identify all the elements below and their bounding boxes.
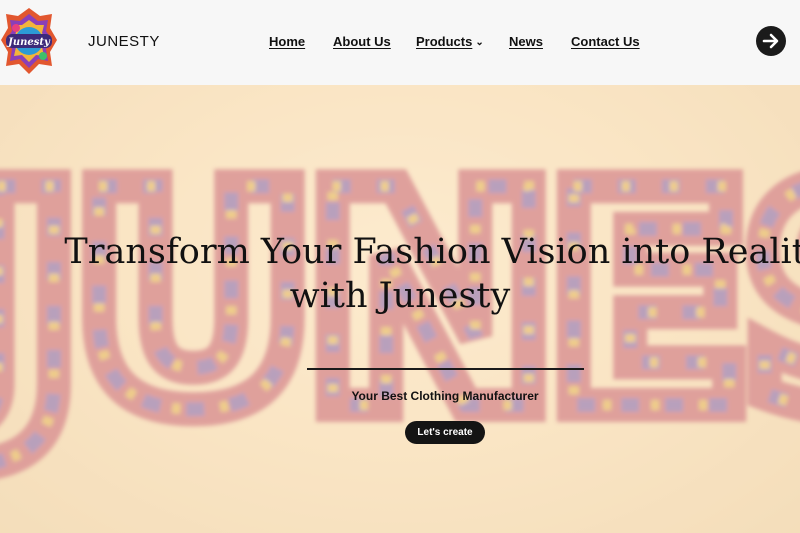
hero-title: Transform Your Fashion Vision into Reali… — [0, 230, 800, 318]
lets-create-button[interactable]: Let's create — [405, 421, 485, 444]
hero-title-line-1: Transform Your Fashion Vision into Reali… — [64, 232, 800, 272]
site-header: Junesty JUNESTY Home About Us Products ⌄ … — [0, 0, 800, 85]
nav-products[interactable]: Products ⌄ — [416, 34, 484, 49]
arrow-right-icon — [762, 33, 779, 49]
nav-contact-us[interactable]: Contact Us — [571, 34, 640, 49]
hero-banner: JUNESTY JUNESTY JUNESTY Transform Your F… — [0, 85, 800, 533]
nav-about-us[interactable]: About Us — [333, 34, 391, 49]
main-nav: Home About Us Products ⌄ News Contact Us — [0, 34, 800, 54]
hero-divider — [307, 368, 584, 370]
nav-home[interactable]: Home — [269, 34, 305, 49]
hero-title-line-2: with Junesty — [289, 276, 511, 316]
nav-news[interactable]: News — [509, 34, 543, 49]
header-action-button[interactable] — [756, 26, 786, 56]
hero-subtitle: Your Best Clothing Manufacturer — [351, 389, 539, 403]
nav-products-label: Products — [416, 34, 473, 49]
chevron-down-icon: ⌄ — [475, 37, 484, 48]
